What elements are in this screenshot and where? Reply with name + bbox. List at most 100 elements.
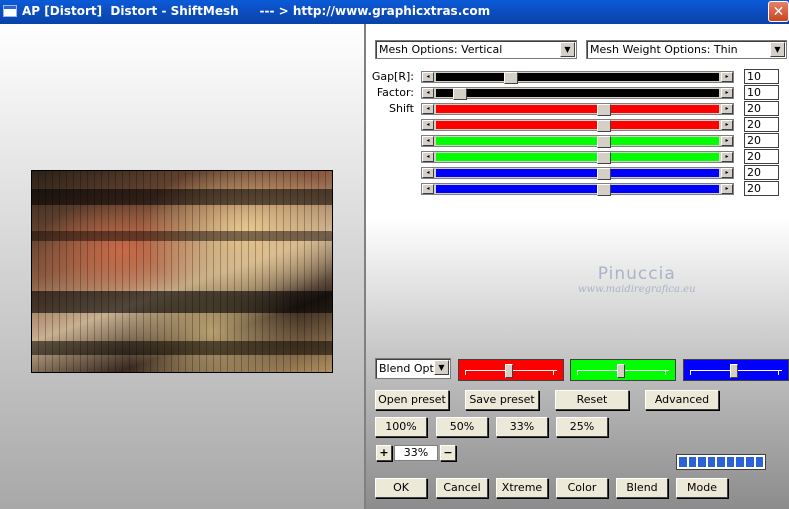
title-bar: AP [Distort] Distort - ShiftMesh --- > h… — [0, 0, 789, 24]
slider-thumb[interactable] — [453, 88, 467, 100]
chevron-down-icon[interactable]: ▼ — [770, 42, 785, 57]
progress-segment — [726, 457, 735, 467]
slider-label: Shift — [388, 102, 414, 115]
arrow-left-icon[interactable]: ◂ — [422, 168, 434, 178]
arrow-right-icon[interactable]: ▸ — [721, 152, 733, 162]
arrow-left-icon[interactable]: ◂ — [422, 120, 434, 130]
slider-thumb[interactable] — [597, 136, 611, 148]
slider-value-input[interactable]: 20 — [744, 133, 779, 148]
watermark-title: Pinuccia — [597, 264, 676, 284]
slider-track[interactable] — [436, 120, 719, 132]
zoom-input[interactable]: 33% — [394, 445, 438, 461]
slider-1[interactable]: ◂ ▸ — [421, 87, 734, 100]
save-preset-button[interactable]: Save preset — [465, 390, 539, 410]
zoom-33-button[interactable]: 33% — [496, 417, 548, 437]
slider-5[interactable]: ◂ ▸ — [421, 151, 734, 164]
watermark: Pinuccia www.maidiregrafica.eu — [578, 264, 696, 295]
mesh-options-dropdown[interactable]: Mesh Options: Vertical ▼ — [375, 40, 577, 59]
red-slider-thumb[interactable] — [505, 364, 513, 378]
arrow-right-icon[interactable]: ▸ — [721, 136, 733, 146]
green-color-slider[interactable] — [570, 359, 676, 381]
progress-bar — [676, 454, 766, 470]
green-slider-thumb[interactable] — [617, 364, 625, 378]
window-title: AP [Distort] Distort - ShiftMesh --- > h… — [22, 4, 491, 18]
slider-value-input[interactable]: 10 — [744, 69, 779, 84]
slider-value-input[interactable]: 20 — [744, 181, 779, 196]
cancel-button[interactable]: Cancel — [436, 478, 488, 498]
arrow-right-icon[interactable]: ▸ — [721, 184, 733, 194]
slider-6[interactable]: ◂ ▸ — [421, 167, 734, 180]
arrow-left-icon[interactable]: ◂ — [422, 88, 434, 98]
progress-segment — [698, 457, 706, 467]
preview-image[interactable] — [31, 170, 333, 373]
preview-pane — [0, 24, 364, 509]
app-icon[interactable] — [3, 5, 17, 17]
slider-thumb[interactable] — [504, 72, 518, 84]
zoom-50-button[interactable]: 50% — [436, 417, 488, 437]
slider-track[interactable] — [436, 168, 719, 180]
slider-7[interactable]: ◂ ▸ — [421, 183, 734, 196]
zoom-100-button[interactable]: 100% — [375, 417, 427, 437]
blue-color-slider[interactable] — [683, 359, 789, 381]
close-button[interactable]: ✕ — [768, 1, 789, 22]
slider-track[interactable] — [436, 104, 719, 116]
arrow-left-icon[interactable]: ◂ — [422, 184, 434, 194]
slider-track[interactable] — [436, 72, 719, 84]
slider-value-input[interactable]: 10 — [744, 85, 779, 100]
slider-3[interactable]: ◂ ▸ — [421, 119, 734, 132]
slider-4[interactable]: ◂ ▸ — [421, 135, 734, 148]
controls-pane: Mesh Options: Vertical ▼ Mesh Weight Opt… — [364, 24, 789, 509]
slider-track[interactable] — [436, 136, 719, 148]
mesh-weight-dropdown[interactable]: Mesh Weight Options: Thin ▼ — [586, 40, 787, 59]
slider-thumb[interactable] — [597, 120, 611, 132]
zoom-in-button[interactable]: + — [376, 445, 392, 461]
chevron-down-icon[interactable]: ▼ — [560, 42, 575, 57]
slider-2[interactable]: ◂ ▸ — [421, 103, 734, 116]
zoom-25-button[interactable]: 25% — [556, 417, 608, 437]
chevron-down-icon[interactable]: ▼ — [434, 360, 449, 375]
slider-value-input[interactable]: 20 — [744, 117, 779, 132]
arrow-left-icon[interactable]: ◂ — [422, 136, 434, 146]
slider-track[interactable] — [436, 184, 719, 196]
blend-options-dropdown[interactable]: Blend Optio ▼ — [375, 358, 451, 379]
slider-label: Factor: — [376, 86, 414, 99]
arrow-right-icon[interactable]: ▸ — [721, 88, 733, 98]
slider-value-input[interactable]: 20 — [744, 101, 779, 116]
ok-button[interactable]: OK — [375, 478, 427, 498]
arrow-left-icon[interactable]: ◂ — [422, 72, 434, 82]
blue-slider-thumb[interactable] — [730, 364, 738, 378]
slider-thumb[interactable] — [597, 168, 611, 180]
blend-button[interactable]: Blend — [616, 478, 668, 498]
progress-segment — [707, 457, 716, 467]
arrow-left-icon[interactable]: ◂ — [422, 152, 434, 162]
arrow-right-icon[interactable]: ▸ — [721, 168, 733, 178]
red-color-slider[interactable] — [458, 359, 564, 381]
zoom-out-button[interactable]: − — [440, 445, 456, 461]
watermark-url: www.maidiregrafica.eu — [578, 284, 696, 295]
advanced-button[interactable]: Advanced — [645, 390, 719, 410]
slider-thumb[interactable] — [597, 104, 611, 116]
mesh-weight-value: Mesh Weight Options: Thin — [590, 43, 738, 56]
progress-segment — [679, 457, 687, 467]
arrow-right-icon[interactable]: ▸ — [721, 120, 733, 130]
progress-segment — [755, 457, 764, 467]
progress-segment — [736, 457, 744, 467]
slider-track[interactable] — [436, 152, 719, 164]
arrow-left-icon[interactable]: ◂ — [422, 104, 434, 114]
slider-track[interactable] — [436, 88, 719, 100]
mode-button[interactable]: Mode — [676, 478, 728, 498]
slider-0[interactable]: ◂ ▸ — [421, 71, 734, 84]
color-button[interactable]: Color — [556, 478, 608, 498]
slider-thumb[interactable] — [597, 152, 611, 164]
xtreme-button[interactable]: Xtreme — [496, 478, 548, 498]
slider-value-input[interactable]: 20 — [744, 165, 779, 180]
open-preset-button[interactable]: Open preset — [375, 390, 449, 410]
reset-button[interactable]: Reset — [555, 390, 629, 410]
arrow-right-icon[interactable]: ▸ — [721, 104, 733, 114]
slider-thumb[interactable] — [597, 184, 611, 196]
slider-value-input[interactable]: 20 — [744, 149, 779, 164]
slider-label: Gap[R]: — [371, 70, 414, 83]
progress-segment — [717, 457, 725, 467]
progress-segment — [745, 457, 754, 467]
arrow-right-icon[interactable]: ▸ — [721, 72, 733, 82]
